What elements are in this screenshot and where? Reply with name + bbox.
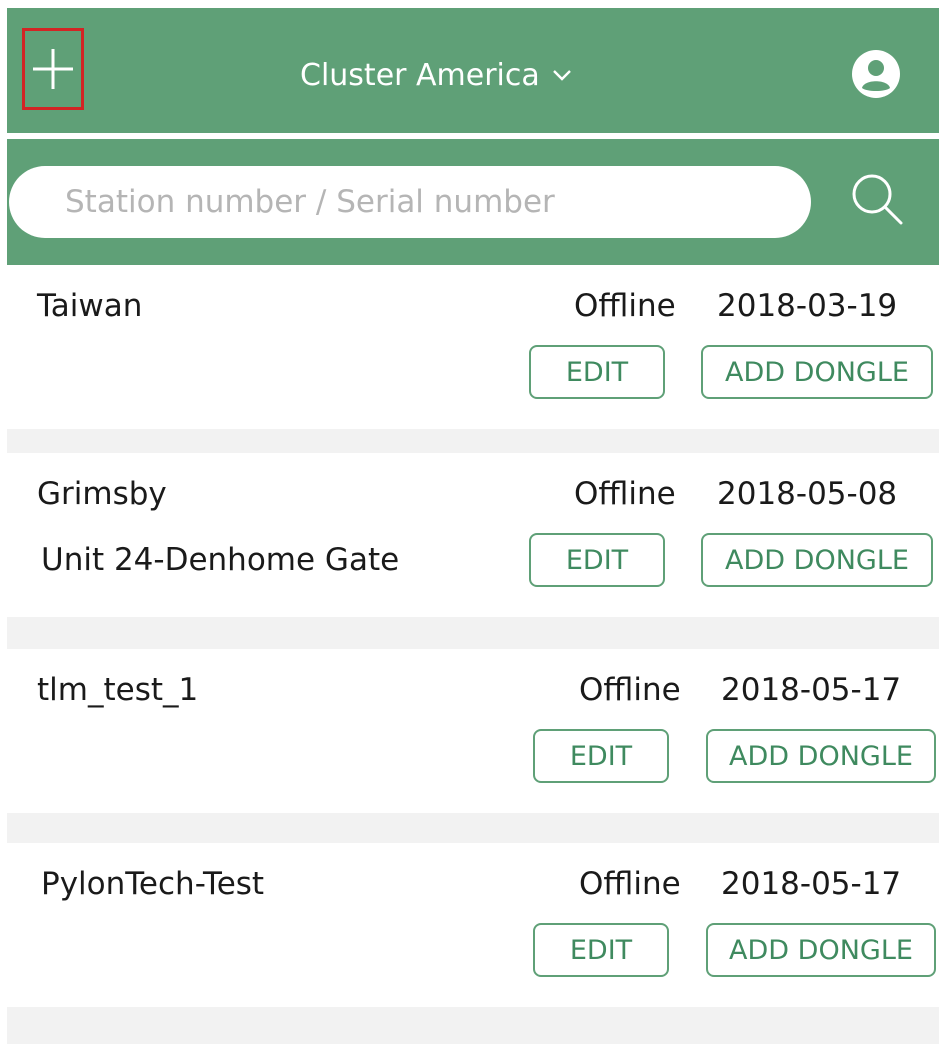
station-address: Unit 24-Denhome Gate	[41, 542, 400, 578]
add-dongle-button[interactable]: ADD DONGLE	[706, 923, 936, 977]
row-separator	[7, 429, 939, 453]
station-status: Offline	[579, 866, 681, 902]
add-dongle-button[interactable]: ADD DONGLE	[701, 345, 933, 399]
add-dongle-button[interactable]: ADD DONGLE	[706, 729, 936, 783]
cluster-selector[interactable]: Cluster America	[300, 50, 574, 100]
add-dongle-button[interactable]: ADD DONGLE	[701, 533, 933, 587]
cluster-title: Cluster America	[300, 57, 540, 93]
user-avatar-icon[interactable]	[852, 50, 900, 98]
edit-button[interactable]: EDIT	[533, 729, 669, 783]
station-status: Offline	[574, 476, 676, 512]
station-status: Offline	[579, 672, 681, 708]
station-status: Offline	[574, 288, 676, 324]
station-name: Grimsby	[37, 476, 167, 512]
row-separator	[7, 617, 939, 649]
station-list-screen: Cluster America Taiwan Offline 2018-03-1…	[0, 0, 939, 1044]
station-date: 2018-05-17	[721, 672, 902, 708]
station-date: 2018-05-17	[721, 866, 902, 902]
chevron-down-icon	[552, 70, 571, 81]
edit-button[interactable]: EDIT	[529, 345, 665, 399]
station-name: PylonTech-Test	[41, 866, 265, 902]
add-station-button[interactable]	[22, 28, 84, 110]
plus-icon	[33, 49, 73, 89]
edit-button[interactable]: EDIT	[529, 533, 665, 587]
station-name: Taiwan	[37, 288, 143, 324]
station-date: 2018-03-19	[717, 288, 898, 324]
station-name: tlm_test_1	[37, 672, 199, 708]
row-separator	[7, 813, 939, 843]
search-icon[interactable]	[848, 170, 906, 228]
search-input[interactable]	[9, 166, 811, 238]
row-separator	[7, 1007, 939, 1044]
edit-button[interactable]: EDIT	[533, 923, 669, 977]
station-date: 2018-05-08	[717, 476, 898, 512]
